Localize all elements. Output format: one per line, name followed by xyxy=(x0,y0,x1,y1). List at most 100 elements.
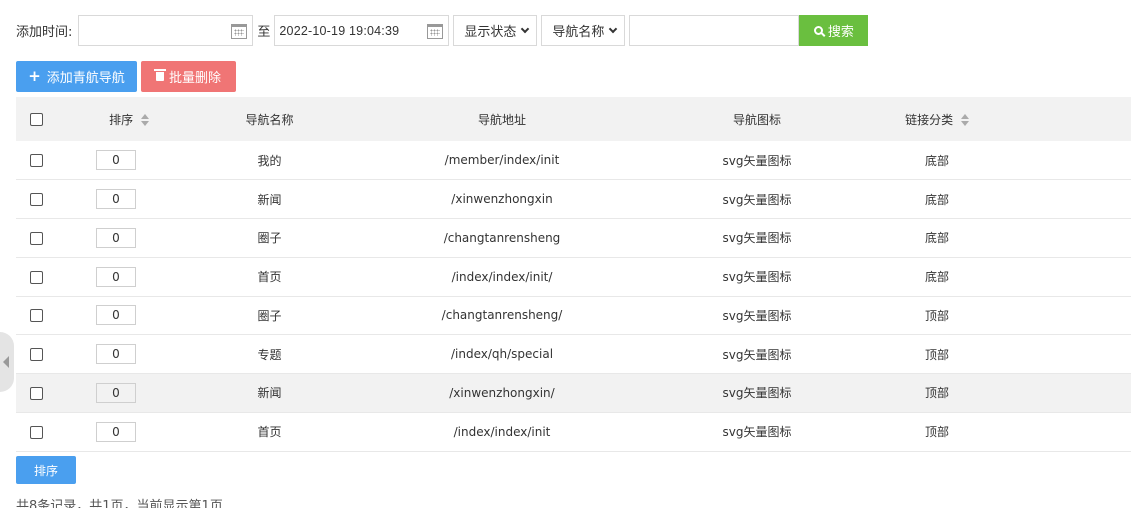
row-sort-input[interactable]: 0 xyxy=(96,421,136,442)
add-nav-button[interactable]: + 添加青航导航 xyxy=(16,61,137,92)
table-row: 0 新闻 /xinwenzhongxin/ svg矢量图标 顶部 xyxy=(16,373,1131,413)
row-name: 我的 xyxy=(257,153,282,168)
row-icon: svg矢量图标 xyxy=(722,192,792,207)
row-sort-input[interactable]: 0 xyxy=(96,305,136,326)
column-icon: 导航图标 xyxy=(732,112,781,127)
row-category: 顶部 xyxy=(924,308,949,323)
table-row: 0 我的 /member/index/init svg矢量图标 底部 xyxy=(16,141,1131,180)
sort-submit-button[interactable]: 排序 xyxy=(16,456,76,484)
row-url: /xinwenzhongxin xyxy=(451,192,553,207)
to-label: 至 xyxy=(257,25,271,40)
row-name: 圈子 xyxy=(257,231,282,246)
table-row: 0 圈子 /changtanrensheng/ svg矢量图标 顶部 xyxy=(16,296,1131,335)
row-category: 顶部 xyxy=(924,425,949,440)
column-name: 导航名称 xyxy=(245,112,294,127)
status-select-label: 显示状态 xyxy=(464,25,517,40)
row-url: /index/index/init xyxy=(453,424,551,439)
table-row: 0 首页 /index/index/init/ svg矢量图标 底部 xyxy=(16,257,1131,296)
row-name: 首页 xyxy=(257,425,282,440)
row-checkbox[interactable] xyxy=(30,193,43,207)
chevron-down-icon xyxy=(521,24,530,33)
row-name: 圈子 xyxy=(257,308,282,323)
row-icon: svg矢量图标 xyxy=(722,347,792,362)
row-icon: svg矢量图标 xyxy=(722,386,792,401)
trash-icon xyxy=(153,69,166,81)
row-checkbox[interactable] xyxy=(30,270,43,284)
column-url: 导航地址 xyxy=(477,112,526,127)
table-header-row: 排序 导航名称 导航地址 导航图标 链接分类 xyxy=(16,97,1131,141)
plus-icon: + xyxy=(28,67,41,85)
sort-arrows-icon[interactable] xyxy=(140,114,149,126)
nav-table: 排序 导航名称 导航地址 导航图标 链接分类 0 我的 /member/inde… xyxy=(16,97,1131,452)
row-category: 顶部 xyxy=(924,386,949,401)
row-name: 专题 xyxy=(257,347,282,362)
batch-delete-label: 批量删除 xyxy=(168,71,221,86)
batch-delete-button[interactable]: 批量删除 xyxy=(141,61,236,92)
status-select[interactable]: 显示状态 xyxy=(453,15,538,46)
row-icon: svg矢量图标 xyxy=(722,270,792,285)
row-url: /member/index/init xyxy=(444,153,560,168)
column-spacer xyxy=(1027,97,1131,141)
row-sort-input[interactable]: 0 xyxy=(96,189,136,210)
select-all-checkbox[interactable] xyxy=(30,113,43,126)
row-icon: svg矢量图标 xyxy=(722,425,792,440)
filter-bar: 添加时间: 至 2022-10-19 19:04:39 显示状态 导航名称 搜索 xyxy=(16,15,869,46)
row-url: /xinwenzhongxin/ xyxy=(449,385,555,400)
column-category[interactable]: 链接分类 xyxy=(847,97,1027,141)
row-sort-input[interactable]: 0 xyxy=(96,150,136,171)
search-button[interactable]: 搜索 xyxy=(799,15,869,46)
chevron-left-icon xyxy=(3,356,9,368)
row-sort-input[interactable]: 0 xyxy=(96,266,136,287)
row-url: /changtanrensheng xyxy=(443,230,561,245)
row-checkbox[interactable] xyxy=(30,309,43,323)
add-nav-label: 添加青航导航 xyxy=(46,71,125,86)
row-name: 新闻 xyxy=(257,386,282,401)
sidebar-toggle-handle[interactable] xyxy=(0,332,14,392)
row-checkbox[interactable] xyxy=(30,154,43,168)
row-category: 底部 xyxy=(924,231,949,246)
row-url: /index/index/init/ xyxy=(451,269,553,284)
nav-table-wrapper: 排序 导航名称 导航地址 导航图标 链接分类 0 我的 /member/inde… xyxy=(16,97,1131,452)
select-all-cell xyxy=(16,97,56,141)
action-bar: + 添加青航导航 批量删除 xyxy=(16,61,236,92)
row-name: 首页 xyxy=(257,270,282,285)
table-row: 0 首页 /index/index/init svg矢量图标 顶部 xyxy=(16,412,1131,451)
row-name: 新闻 xyxy=(257,192,282,207)
row-url: /index/qh/special xyxy=(450,347,554,362)
calendar-icon[interactable] xyxy=(231,24,248,39)
row-checkbox[interactable] xyxy=(30,348,43,362)
start-date-input[interactable] xyxy=(78,15,254,46)
table-row: 0 专题 /index/qh/special svg矢量图标 顶部 xyxy=(16,335,1131,374)
calendar-icon[interactable] xyxy=(427,24,444,39)
end-date-input[interactable]: 2022-10-19 19:04:39 xyxy=(274,15,450,46)
add-time-label: 添加时间: xyxy=(16,25,73,40)
column-sort[interactable]: 排序 xyxy=(56,97,202,141)
search-button-label: 搜索 xyxy=(827,25,854,40)
row-category: 底部 xyxy=(924,192,949,207)
row-url: /changtanrensheng/ xyxy=(441,308,563,323)
column-category-label: 链接分类 xyxy=(905,112,954,127)
search-icon xyxy=(813,26,823,35)
row-sort-input[interactable]: 0 xyxy=(96,227,136,248)
row-sort-input[interactable]: 0 xyxy=(96,382,136,403)
row-icon: svg矢量图标 xyxy=(722,231,792,246)
row-category: 底部 xyxy=(924,153,949,168)
row-sort-input[interactable]: 0 xyxy=(96,344,136,365)
nav-name-select[interactable]: 导航名称 xyxy=(541,15,626,46)
column-sort-label: 排序 xyxy=(109,112,134,127)
chevron-down-icon xyxy=(609,24,618,33)
row-icon: svg矢量图标 xyxy=(722,153,792,168)
row-checkbox[interactable] xyxy=(30,425,43,439)
row-category: 底部 xyxy=(924,270,949,285)
end-date-value: 2022-10-19 19:04:39 xyxy=(279,23,400,38)
table-row: 0 圈子 /changtanrensheng svg矢量图标 底部 xyxy=(16,219,1131,258)
keyword-input[interactable] xyxy=(629,15,800,46)
nav-name-select-label: 导航名称 xyxy=(552,25,605,40)
row-icon: svg矢量图标 xyxy=(722,308,792,323)
row-category: 顶部 xyxy=(924,347,949,362)
row-checkbox[interactable] xyxy=(30,386,43,400)
sort-arrows-icon[interactable] xyxy=(960,114,969,126)
table-row: 0 新闻 /xinwenzhongxin svg矢量图标 底部 xyxy=(16,180,1131,219)
pager-text: 共8条记录，共1页，当前显示第1页 xyxy=(16,499,223,508)
row-checkbox[interactable] xyxy=(30,231,43,245)
